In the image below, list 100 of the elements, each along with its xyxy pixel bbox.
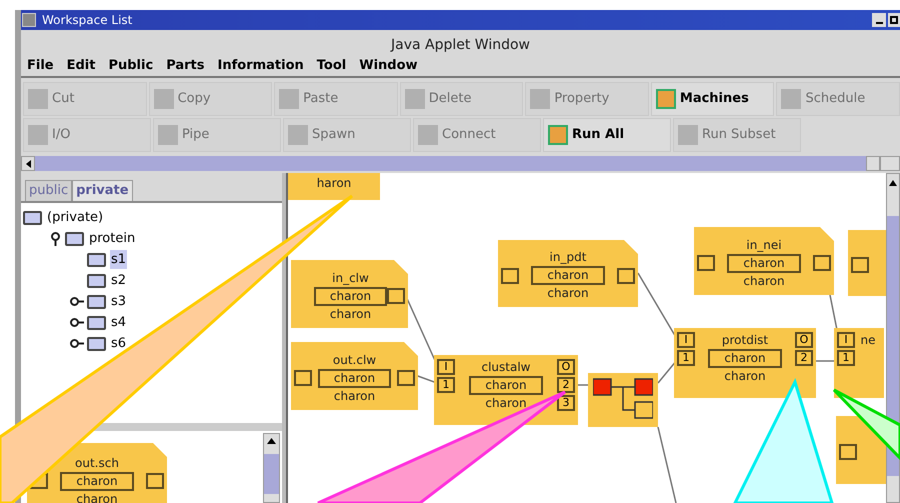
tool-icon <box>418 125 438 145</box>
port[interactable]: 2 <box>795 350 813 366</box>
vertical-scrollbar[interactable] <box>886 173 900 503</box>
merge-drawing <box>593 378 653 422</box>
tree-item[interactable]: s6 <box>110 334 128 354</box>
workflow-node[interactable]: I 1 clustalw charon charon O 2 3 <box>434 355 578 425</box>
tree-item[interactable]: s4 <box>110 312 128 332</box>
node-user: charon <box>724 369 766 384</box>
node-user: charon <box>547 286 589 301</box>
port[interactable]: I <box>837 332 855 348</box>
node-user: charon <box>76 492 118 503</box>
folder-icon <box>65 232 84 246</box>
workflow-node[interactable]: haron <box>288 173 380 200</box>
tool-icon <box>656 89 676 109</box>
up-arrow-icon <box>889 180 897 186</box>
port[interactable]: 1 <box>837 350 855 366</box>
menu-item[interactable]: Public <box>108 56 154 76</box>
port[interactable] <box>839 444 857 460</box>
tool-icon <box>28 89 48 109</box>
minimize-icon[interactable] <box>872 13 886 27</box>
port[interactable] <box>813 255 831 271</box>
tree-item[interactable]: (private) <box>46 208 104 228</box>
tree-item[interactable]: s1 <box>110 250 128 270</box>
menu-item[interactable]: Tool <box>316 56 346 76</box>
tab[interactable]: private <box>72 180 133 201</box>
port[interactable]: 1 <box>677 350 695 366</box>
host-field[interactable]: charon <box>708 349 782 368</box>
scroll-thumb[interactable] <box>264 454 279 494</box>
folder-icon <box>23 210 42 224</box>
toolbar-button[interactable]: Run All <box>543 118 671 152</box>
workflow-node[interactable] <box>848 230 886 296</box>
node-title: in_nei <box>746 238 782 252</box>
workflow-node[interactable]: in_clw charon charon <box>291 260 408 328</box>
tool-icon <box>548 125 568 145</box>
tree-item[interactable]: s3 <box>110 292 128 312</box>
host-field[interactable]: charon <box>314 286 388 306</box>
folder-icon <box>87 252 106 266</box>
tool-icon <box>678 125 698 145</box>
collapsed-toggle-icon[interactable] <box>70 297 84 306</box>
maximize-icon[interactable] <box>888 13 900 27</box>
menu-item[interactable]: Window <box>359 56 418 76</box>
node-user: haron <box>316 176 352 191</box>
tool-icon <box>288 125 308 145</box>
port[interactable]: O <box>795 332 813 348</box>
workflow-node[interactable]: I 1 ne <box>834 328 884 398</box>
port[interactable] <box>387 288 405 304</box>
tree-item[interactable]: protein <box>88 228 136 248</box>
tool-icon <box>158 125 178 145</box>
vertical-scrollbar[interactable] <box>263 433 280 503</box>
tool-icon <box>530 89 550 109</box>
menu-item[interactable]: Parts <box>166 56 205 76</box>
port[interactable] <box>294 370 312 386</box>
host-field[interactable]: charon <box>318 368 392 388</box>
scroll-thumb[interactable] <box>866 156 880 171</box>
port[interactable] <box>851 257 869 273</box>
workflow-node[interactable] <box>588 373 658 427</box>
menu-item[interactable]: Edit <box>66 56 96 76</box>
workflow-node[interactable]: I 1 protdist charon charon O 2 <box>674 328 816 398</box>
port[interactable]: 1 <box>437 377 455 393</box>
menu-item[interactable]: Information <box>218 56 304 76</box>
left-arrow-icon <box>26 160 30 168</box>
toolbar-button[interactable]: Machines <box>650 82 774 116</box>
tool-icon <box>154 89 174 109</box>
folder-icon <box>87 336 106 350</box>
folder-icon <box>87 294 106 308</box>
port[interactable]: O <box>557 359 575 375</box>
workflow-node[interactable]: in_nei charon charon <box>694 227 834 295</box>
port[interactable]: I <box>677 332 695 348</box>
applet-title: Java Applet Window <box>390 36 530 55</box>
window-title: Workspace List <box>42 12 132 29</box>
tool-icon <box>781 89 802 109</box>
folder-icon <box>87 274 106 288</box>
tool-icon <box>28 125 48 145</box>
tool-icon <box>279 89 300 109</box>
workflow-node[interactable]: out.clw charon charon <box>291 342 418 410</box>
collapsed-toggle-icon[interactable] <box>70 339 84 348</box>
collapsed-toggle-icon[interactable] <box>70 318 84 327</box>
port[interactable] <box>501 268 519 284</box>
port[interactable] <box>397 370 415 386</box>
node-user: charon <box>743 274 785 288</box>
host-field[interactable]: charon <box>531 266 605 285</box>
node-title: clustalw <box>482 360 530 375</box>
port[interactable]: I <box>437 359 455 375</box>
port[interactable] <box>146 473 164 489</box>
node-title: out.clw <box>332 352 376 368</box>
folder-icon <box>87 316 106 330</box>
scroll-left-button[interactable] <box>21 156 35 171</box>
expanded-toggle-icon[interactable] <box>50 232 60 246</box>
host-field[interactable]: charon <box>60 472 134 490</box>
tree-item[interactable]: s2 <box>110 270 128 290</box>
tool-icon <box>404 89 425 109</box>
port[interactable] <box>617 268 635 284</box>
host-field[interactable]: charon <box>469 376 543 395</box>
menu-item[interactable]: File <box>27 56 54 76</box>
workflow-node[interactable]: in_pdt charon charon <box>498 240 638 307</box>
node-user: charon <box>334 388 376 404</box>
host-field[interactable]: charon <box>727 254 801 272</box>
up-arrow-icon <box>267 438 276 444</box>
node-title: out.sch <box>75 456 119 470</box>
port[interactable] <box>697 255 715 271</box>
